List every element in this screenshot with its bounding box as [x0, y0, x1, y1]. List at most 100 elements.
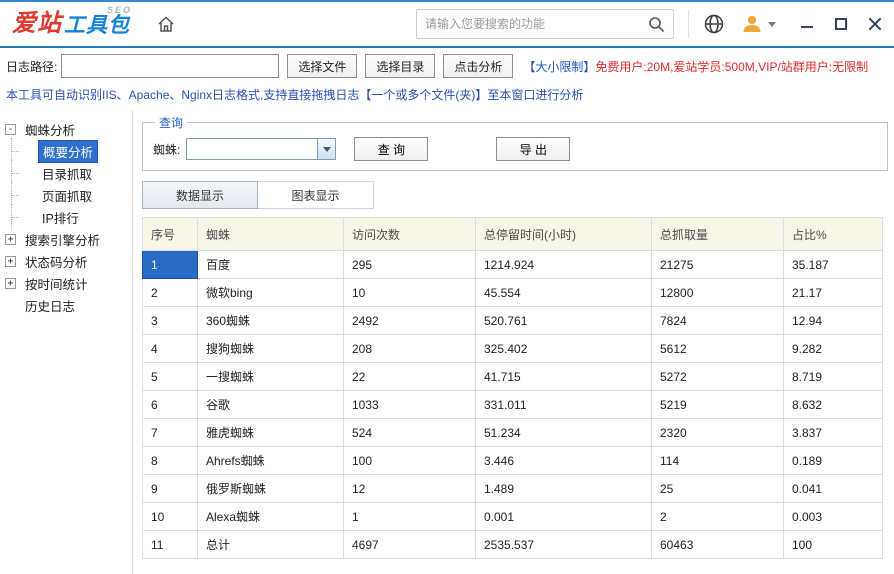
table-cell[interactable]: 60463	[652, 531, 784, 559]
expand-icon[interactable]: +	[5, 234, 16, 245]
table-cell[interactable]: 524	[344, 419, 476, 447]
table-cell[interactable]: Ahrefs蜘蛛	[198, 447, 344, 475]
table-cell[interactable]: 8.632	[784, 391, 883, 419]
table-cell[interactable]: 5219	[652, 391, 784, 419]
table-cell[interactable]: 360蜘蛛	[198, 307, 344, 335]
home-button[interactable]	[156, 14, 176, 34]
spider-select[interactable]	[186, 138, 336, 160]
table-cell[interactable]: 4	[143, 335, 198, 363]
table-cell[interactable]: 114	[652, 447, 784, 475]
network-globe-icon[interactable]	[703, 13, 725, 35]
table-cell[interactable]: 12	[344, 475, 476, 503]
table-row[interactable]: 8Ahrefs蜘蛛1003.4461140.189	[143, 447, 883, 475]
table-cell[interactable]: 35.187	[784, 251, 883, 279]
table-cell[interactable]: 9.282	[784, 335, 883, 363]
sidebar-item[interactable]: 概要分析	[0, 140, 132, 162]
table-cell[interactable]: 谷歌	[198, 391, 344, 419]
table-cell[interactable]: 0.041	[784, 475, 883, 503]
table-cell[interactable]: 1.489	[476, 475, 652, 503]
table-cell[interactable]: 5612	[652, 335, 784, 363]
table-cell[interactable]: 22	[344, 363, 476, 391]
sidebar-item-label[interactable]: 目录抓取	[38, 163, 96, 184]
sidebar-item-label[interactable]: 搜索引擎分析	[21, 229, 104, 250]
table-cell[interactable]: 1	[344, 503, 476, 531]
table-cell[interactable]: 100	[344, 447, 476, 475]
analyze-button[interactable]: 点击分析	[443, 54, 513, 78]
column-header[interactable]: 序号	[143, 218, 198, 251]
user-account-button[interactable]	[741, 13, 776, 35]
table-cell[interactable]: 7824	[652, 307, 784, 335]
sidebar-item[interactable]: -蜘蛛分析	[0, 118, 132, 140]
table-row[interactable]: 10Alexa蜘蛛10.00120.003	[143, 503, 883, 531]
table-cell[interactable]: 100	[784, 531, 883, 559]
table-cell[interactable]: 1	[143, 251, 198, 279]
table-row[interactable]: 9俄罗斯蜘蛛121.489250.041	[143, 475, 883, 503]
table-cell[interactable]: 21275	[652, 251, 784, 279]
sidebar-item[interactable]: +按时间统计	[0, 272, 132, 294]
table-cell[interactable]: 7	[143, 419, 198, 447]
table-row[interactable]: 2微软bing1045.5541280021.17	[143, 279, 883, 307]
table-cell[interactable]: 5	[143, 363, 198, 391]
sidebar-item-label[interactable]: 页面抓取	[38, 185, 96, 206]
search-icon[interactable]	[648, 16, 665, 33]
minimize-button[interactable]	[800, 17, 814, 31]
sidebar-item-label[interactable]: 概要分析	[38, 140, 98, 163]
table-cell[interactable]: 520.761	[476, 307, 652, 335]
column-header[interactable]: 蜘蛛	[198, 218, 344, 251]
table-cell[interactable]: 俄罗斯蜘蛛	[198, 475, 344, 503]
table-cell[interactable]: 51.234	[476, 419, 652, 447]
table-cell[interactable]: 搜狗蜘蛛	[198, 335, 344, 363]
table-cell[interactable]: 微软bing	[198, 279, 344, 307]
table-cell[interactable]: 5272	[652, 363, 784, 391]
log-path-input[interactable]	[61, 54, 279, 78]
table-cell[interactable]: 8.719	[784, 363, 883, 391]
table-cell[interactable]: 11	[143, 531, 198, 559]
table-cell[interactable]: 325.402	[476, 335, 652, 363]
table-cell[interactable]: 331.011	[476, 391, 652, 419]
table-cell[interactable]: 10	[344, 279, 476, 307]
expand-icon[interactable]: +	[5, 278, 16, 289]
table-cell[interactable]: 一搜蜘蛛	[198, 363, 344, 391]
sidebar-item[interactable]: + 搜索引擎分析	[0, 228, 132, 250]
table-row[interactable]: 4搜狗蜘蛛208325.40256129.282	[143, 335, 883, 363]
search-input[interactable]	[425, 17, 648, 31]
table-cell[interactable]: 6	[143, 391, 198, 419]
table-cell[interactable]: 0.001	[476, 503, 652, 531]
sidebar-item[interactable]: 页面抓取	[0, 184, 132, 206]
table-cell[interactable]: 21.17	[784, 279, 883, 307]
query-button[interactable]: 查 询	[354, 137, 428, 161]
table-row[interactable]: 3360蜘蛛2492520.761782412.94	[143, 307, 883, 335]
combo-dropdown-icon[interactable]	[317, 139, 335, 159]
column-header[interactable]: 访问次数	[344, 218, 476, 251]
close-button[interactable]	[868, 17, 882, 31]
table-cell[interactable]: 4697	[344, 531, 476, 559]
table-cell[interactable]: 1033	[344, 391, 476, 419]
table-row[interactable]: 7雅虎蜘蛛52451.23423203.837	[143, 419, 883, 447]
sidebar-item-label[interactable]: 历史日志	[21, 295, 79, 316]
table-row[interactable]: 5一搜蜘蛛2241.71552728.719	[143, 363, 883, 391]
table-row[interactable]: 1百度2951214.9242127535.187	[143, 251, 883, 279]
table-cell[interactable]: Alexa蜘蛛	[198, 503, 344, 531]
sidebar-item-label[interactable]: IP排行	[38, 207, 83, 228]
maximize-button[interactable]	[834, 17, 848, 31]
sidebar-item[interactable]: +状态码分析	[0, 250, 132, 272]
table-cell[interactable]: 3.446	[476, 447, 652, 475]
table-row[interactable]: 11总计46972535.53760463100	[143, 531, 883, 559]
table-cell[interactable]: 百度	[198, 251, 344, 279]
collapse-icon[interactable]: -	[5, 124, 16, 135]
table-cell[interactable]: 2	[652, 503, 784, 531]
column-header[interactable]: 总抓取量	[652, 218, 784, 251]
table-cell[interactable]: 45.554	[476, 279, 652, 307]
table-cell[interactable]: 25	[652, 475, 784, 503]
table-cell[interactable]: 0.003	[784, 503, 883, 531]
table-cell[interactable]: 8	[143, 447, 198, 475]
table-cell[interactable]: 1214.924	[476, 251, 652, 279]
table-cell[interactable]: 2320	[652, 419, 784, 447]
table-cell[interactable]: 3.837	[784, 419, 883, 447]
sidebar-item[interactable]: 目录抓取	[0, 162, 132, 184]
table-cell[interactable]: 12800	[652, 279, 784, 307]
table-cell[interactable]: 雅虎蜘蛛	[198, 419, 344, 447]
expand-icon[interactable]: +	[5, 256, 16, 267]
table-cell[interactable]: 9	[143, 475, 198, 503]
sidebar-item[interactable]: 历史日志	[0, 294, 132, 316]
